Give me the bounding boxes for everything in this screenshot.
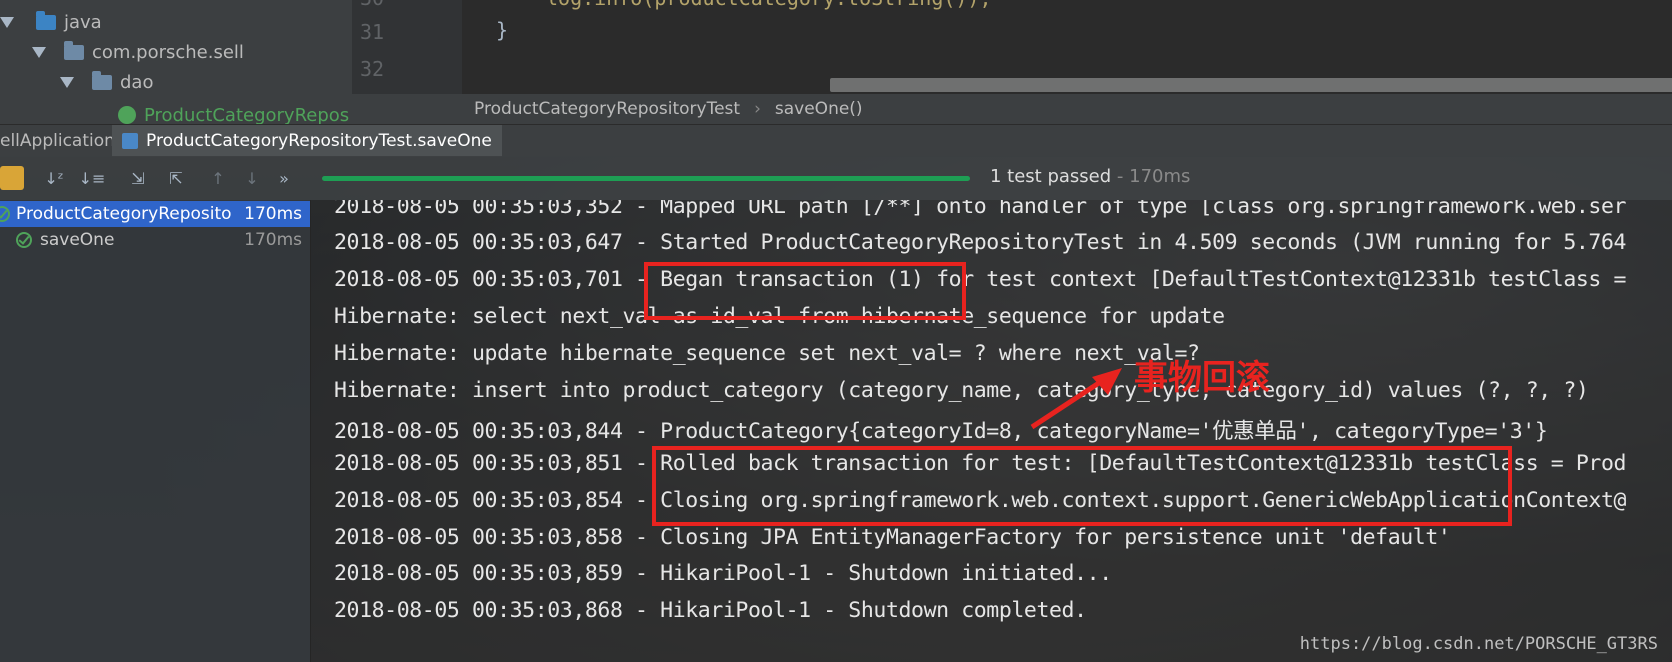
passed-icon — [0, 206, 10, 222]
annotation-box-began — [644, 262, 966, 320]
test-results-tree: ProductCategoryRepositor 170ms saveOne 1… — [0, 200, 311, 662]
tab-label: ellApplication — [0, 131, 115, 151]
passed-icon — [16, 232, 32, 248]
package-icon — [92, 70, 112, 90]
code-line: } — [496, 18, 509, 42]
tree-item-dao[interactable]: dao — [60, 67, 153, 97]
interface-icon — [118, 106, 136, 124]
code-editor[interactable]: 30 31 32 log.info(productCategory.toStri… — [352, 0, 1672, 94]
horizontal-scrollbar[interactable] — [830, 78, 1672, 92]
chevron-right-icon: › — [754, 99, 761, 119]
more-icon[interactable]: » — [272, 166, 296, 190]
previous-failed-icon[interactable]: ↑ — [206, 166, 230, 190]
console-line: 2018-08-05 00:35:03,701 - Began transact… — [334, 267, 1627, 292]
editor-gutter: 30 31 32 — [352, 0, 462, 94]
test-time: 170ms — [244, 230, 302, 250]
run-tab-bar: ellApplication ProductCategoryRepository… — [0, 124, 1672, 157]
console-line: 2018-08-05 00:35:03,647 - Started Produc… — [334, 230, 1627, 255]
project-tree: java com.porsche.sell dao ProductCategor… — [0, 0, 352, 126]
code-line: log.info(productCategory.toString()); — [546, 0, 992, 10]
console-line: 2018-08-05 00:35:03,352 - Mapped URL pat… — [334, 200, 1627, 219]
test-duration: - 170ms — [1111, 166, 1191, 187]
tree-item-label: com.porsche.sell — [92, 41, 244, 63]
annotation-box-rollback — [652, 446, 1512, 526]
test-runner-toolbar: ↓ᶻ ↓≡ ⇲ ⇱ ↑ ↓ » 1 test passed - 170ms — [0, 156, 1672, 200]
annotation-label: 事物回滚 — [1134, 358, 1270, 398]
folder-icon — [36, 10, 56, 30]
chevron-down-icon[interactable] — [32, 46, 46, 58]
breadcrumb-method[interactable]: saveOne() — [775, 99, 863, 119]
tree-item-label: dao — [120, 71, 154, 93]
console-line: 2018-08-05 00:35:03,868 - HikariPool-1 -… — [334, 598, 1087, 623]
tree-item-label: ProductCategoryRepos — [144, 104, 350, 126]
line-number: 30 — [360, 0, 384, 10]
run-tab-application[interactable]: ellApplication — [0, 125, 125, 157]
chevron-down-icon[interactable] — [0, 16, 14, 28]
test-status: 1 test passed - 170ms — [990, 166, 1190, 187]
line-number: 32 — [360, 57, 385, 81]
console-line: Hibernate: insert into product_category … — [334, 378, 1589, 403]
console-line: 2018-08-05 00:35:03,858 - Closing JPA En… — [334, 525, 1451, 550]
test-name: saveOne — [40, 230, 115, 250]
package-icon — [64, 40, 84, 60]
test-result: 1 test passed — [990, 166, 1112, 187]
console-line: Hibernate: update hibernate_sequence set… — [334, 341, 1200, 366]
sort-by-duration-icon[interactable]: ↓≡ — [79, 166, 106, 190]
tree-item-java[interactable]: java — [0, 7, 102, 37]
run-tab-test[interactable]: ProductCategoryRepositoryTest.saveOne — [112, 125, 502, 157]
test-tree-item-method[interactable]: saveOne 170ms — [0, 227, 310, 253]
test-time: 170ms — [244, 204, 302, 224]
tree-item-label: java — [64, 11, 102, 33]
show-passed-icon[interactable] — [0, 166, 24, 190]
test-progress-bar — [322, 176, 970, 181]
breadcrumb-class[interactable]: ProductCategoryRepositoryTest — [474, 99, 740, 119]
test-name: ProductCategoryRepositor — [16, 204, 231, 224]
line-number: 31 — [360, 20, 385, 44]
chevron-down-icon[interactable] — [60, 76, 74, 88]
expand-all-icon[interactable]: ⇲ — [126, 166, 150, 190]
sort-alphabetically-icon[interactable]: ↓ᶻ — [42, 166, 66, 190]
next-failed-icon[interactable]: ↓ — [240, 166, 264, 190]
test-config-icon — [122, 133, 138, 149]
tab-label: ProductCategoryRepositoryTest.saveOne — [146, 131, 492, 151]
annotation-arrow — [1030, 368, 1122, 430]
console-line: 2018-08-05 00:35:03,859 - HikariPool-1 -… — [334, 561, 1112, 586]
collapse-all-icon[interactable]: ⇱ — [164, 166, 188, 190]
console-line: 2018-08-05 00:35:03,844 - ProductCategor… — [334, 419, 1548, 444]
breadcrumb: ProductCategoryRepositoryTest › saveOne(… — [352, 94, 1672, 124]
console-output[interactable]: 2018-08-05 00:35:03,352 - Mapped URL pat… — [311, 200, 1672, 662]
test-tree-item-class[interactable]: ProductCategoryRepositor 170ms — [0, 201, 310, 227]
watermark: https://blog.csdn.net/PORSCHE_GT3RS — [1299, 634, 1658, 654]
tree-item-package[interactable]: com.porsche.sell — [32, 37, 244, 67]
